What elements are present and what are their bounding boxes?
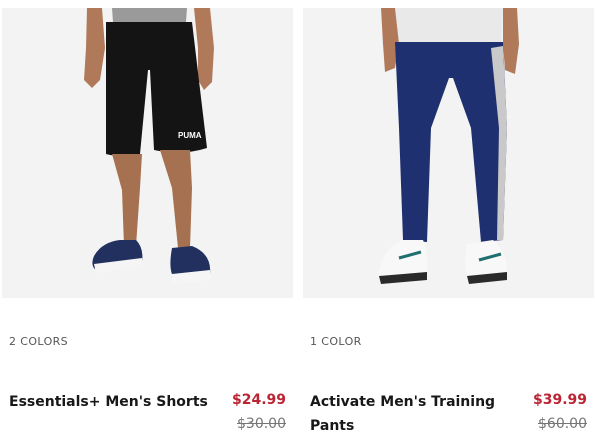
original-price: $60.00 bbox=[538, 416, 587, 432]
puma-logo: PUMA bbox=[178, 131, 202, 140]
product-name-link[interactable]: Activate Men's Training Pants bbox=[310, 390, 520, 438]
product-image[interactable] bbox=[303, 8, 594, 298]
product-card[interactable]: PUMA 2 COLORS Essentials+ Men's Shorts $… bbox=[2, 8, 293, 442]
product-card[interactable]: 1 COLOR Activate Men's Training Pants $3… bbox=[303, 8, 594, 442]
original-price: $30.00 bbox=[237, 416, 286, 432]
product-image[interactable]: PUMA bbox=[2, 8, 293, 298]
model-pants-photo bbox=[303, 8, 594, 298]
color-count: 2 COLORS bbox=[9, 335, 69, 348]
color-count: 1 COLOR bbox=[310, 335, 362, 348]
product-name-link[interactable]: Essentials+ Men's Shorts bbox=[9, 390, 219, 414]
sale-price: $39.99 bbox=[532, 392, 587, 408]
sale-price: $24.99 bbox=[231, 392, 286, 408]
model-shorts-photo: PUMA bbox=[2, 8, 293, 298]
